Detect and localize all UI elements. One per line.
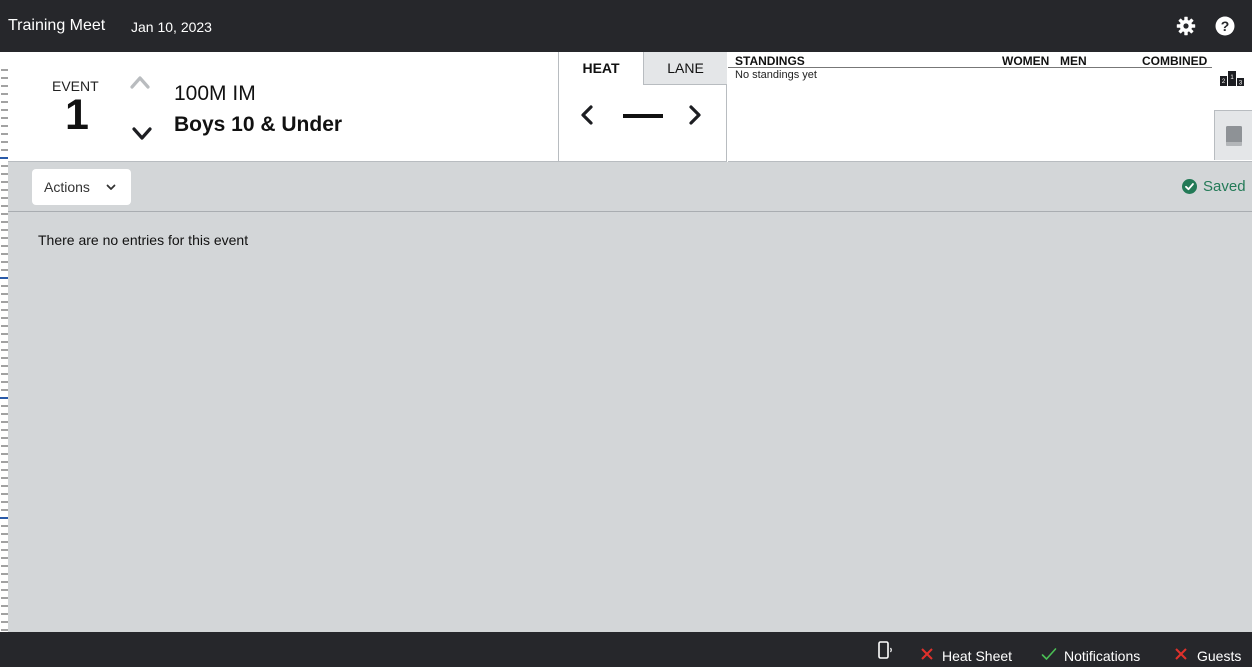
event-number: 1: [65, 91, 89, 139]
standings-title: STANDINGS: [735, 54, 805, 68]
device-connection-icon[interactable]: [878, 641, 894, 659]
heat-next-chevron-right-icon[interactable]: [687, 104, 703, 126]
gear-icon[interactable]: [1176, 16, 1196, 36]
standings-column-men[interactable]: MEN: [1060, 54, 1087, 68]
meet-date: Jan 10, 2023: [131, 19, 212, 35]
heat-current-value: [623, 114, 663, 118]
actions-label: Actions: [44, 179, 90, 195]
event-content: Actions Saved There are no entries for t…: [8, 162, 1252, 632]
standings-column-combined[interactable]: COMBINED: [1142, 54, 1207, 68]
heat-previous-chevron-left-icon[interactable]: [579, 104, 595, 126]
event-group: Boys 10 & Under: [174, 113, 343, 136]
content-toolbar: Actions Saved: [8, 162, 1252, 212]
bottom-status-bar: Heat Sheet Notifications Guests: [0, 632, 1252, 667]
event-distance-stroke: 100M IM: [174, 82, 256, 105]
no-entries-message: There are no entries for this event: [38, 232, 249, 248]
standings-header-row: STANDINGS WOMEN MEN COMBINED: [728, 54, 1212, 68]
tab-heat[interactable]: HEAT: [559, 52, 643, 85]
standings-column-women[interactable]: WOMEN: [1002, 54, 1049, 68]
check-circle-icon: [1182, 179, 1197, 194]
side-tool-column: 2 1 3: [1212, 52, 1252, 162]
tab-lane[interactable]: LANE: [643, 52, 727, 85]
heat-lane-panel: HEAT LANE —: [559, 52, 727, 162]
book-icon: [1226, 126, 1242, 146]
book-tab[interactable]: [1214, 110, 1252, 160]
chevron-down-icon: [106, 184, 116, 190]
status-notifications[interactable]: Notifications: [1064, 648, 1140, 664]
status-guests[interactable]: Guests: [1197, 648, 1241, 664]
standings-panel: STANDINGS WOMEN MEN COMBINED No standing…: [728, 52, 1212, 162]
help-icon[interactable]: ?: [1215, 16, 1235, 36]
ok-check-icon: [1041, 648, 1057, 660]
status-heat-sheet[interactable]: Heat Sheet: [942, 648, 1012, 664]
podium-icon[interactable]: 2 1 3: [1220, 70, 1244, 86]
timeline-ruler[interactable]: [0, 52, 8, 632]
event-previous-chevron-up-icon[interactable]: [129, 74, 151, 90]
event-header: EVENT 1 100M IM Boys 10 & Under: [8, 52, 559, 162]
ruler-ticks: [0, 69, 8, 631]
error-x-icon: [1175, 648, 1187, 660]
svg-text:?: ?: [1221, 18, 1230, 34]
event-next-chevron-down-icon[interactable]: [131, 126, 153, 142]
top-bar: Training Meet Jan 10, 2023 ?: [0, 0, 1252, 52]
error-x-icon: [921, 648, 933, 660]
meet-name: Training Meet: [8, 17, 106, 34]
saved-status: Saved: [1203, 178, 1246, 195]
actions-dropdown-button[interactable]: Actions: [32, 169, 131, 205]
standings-empty-message: No standings yet: [735, 69, 817, 81]
